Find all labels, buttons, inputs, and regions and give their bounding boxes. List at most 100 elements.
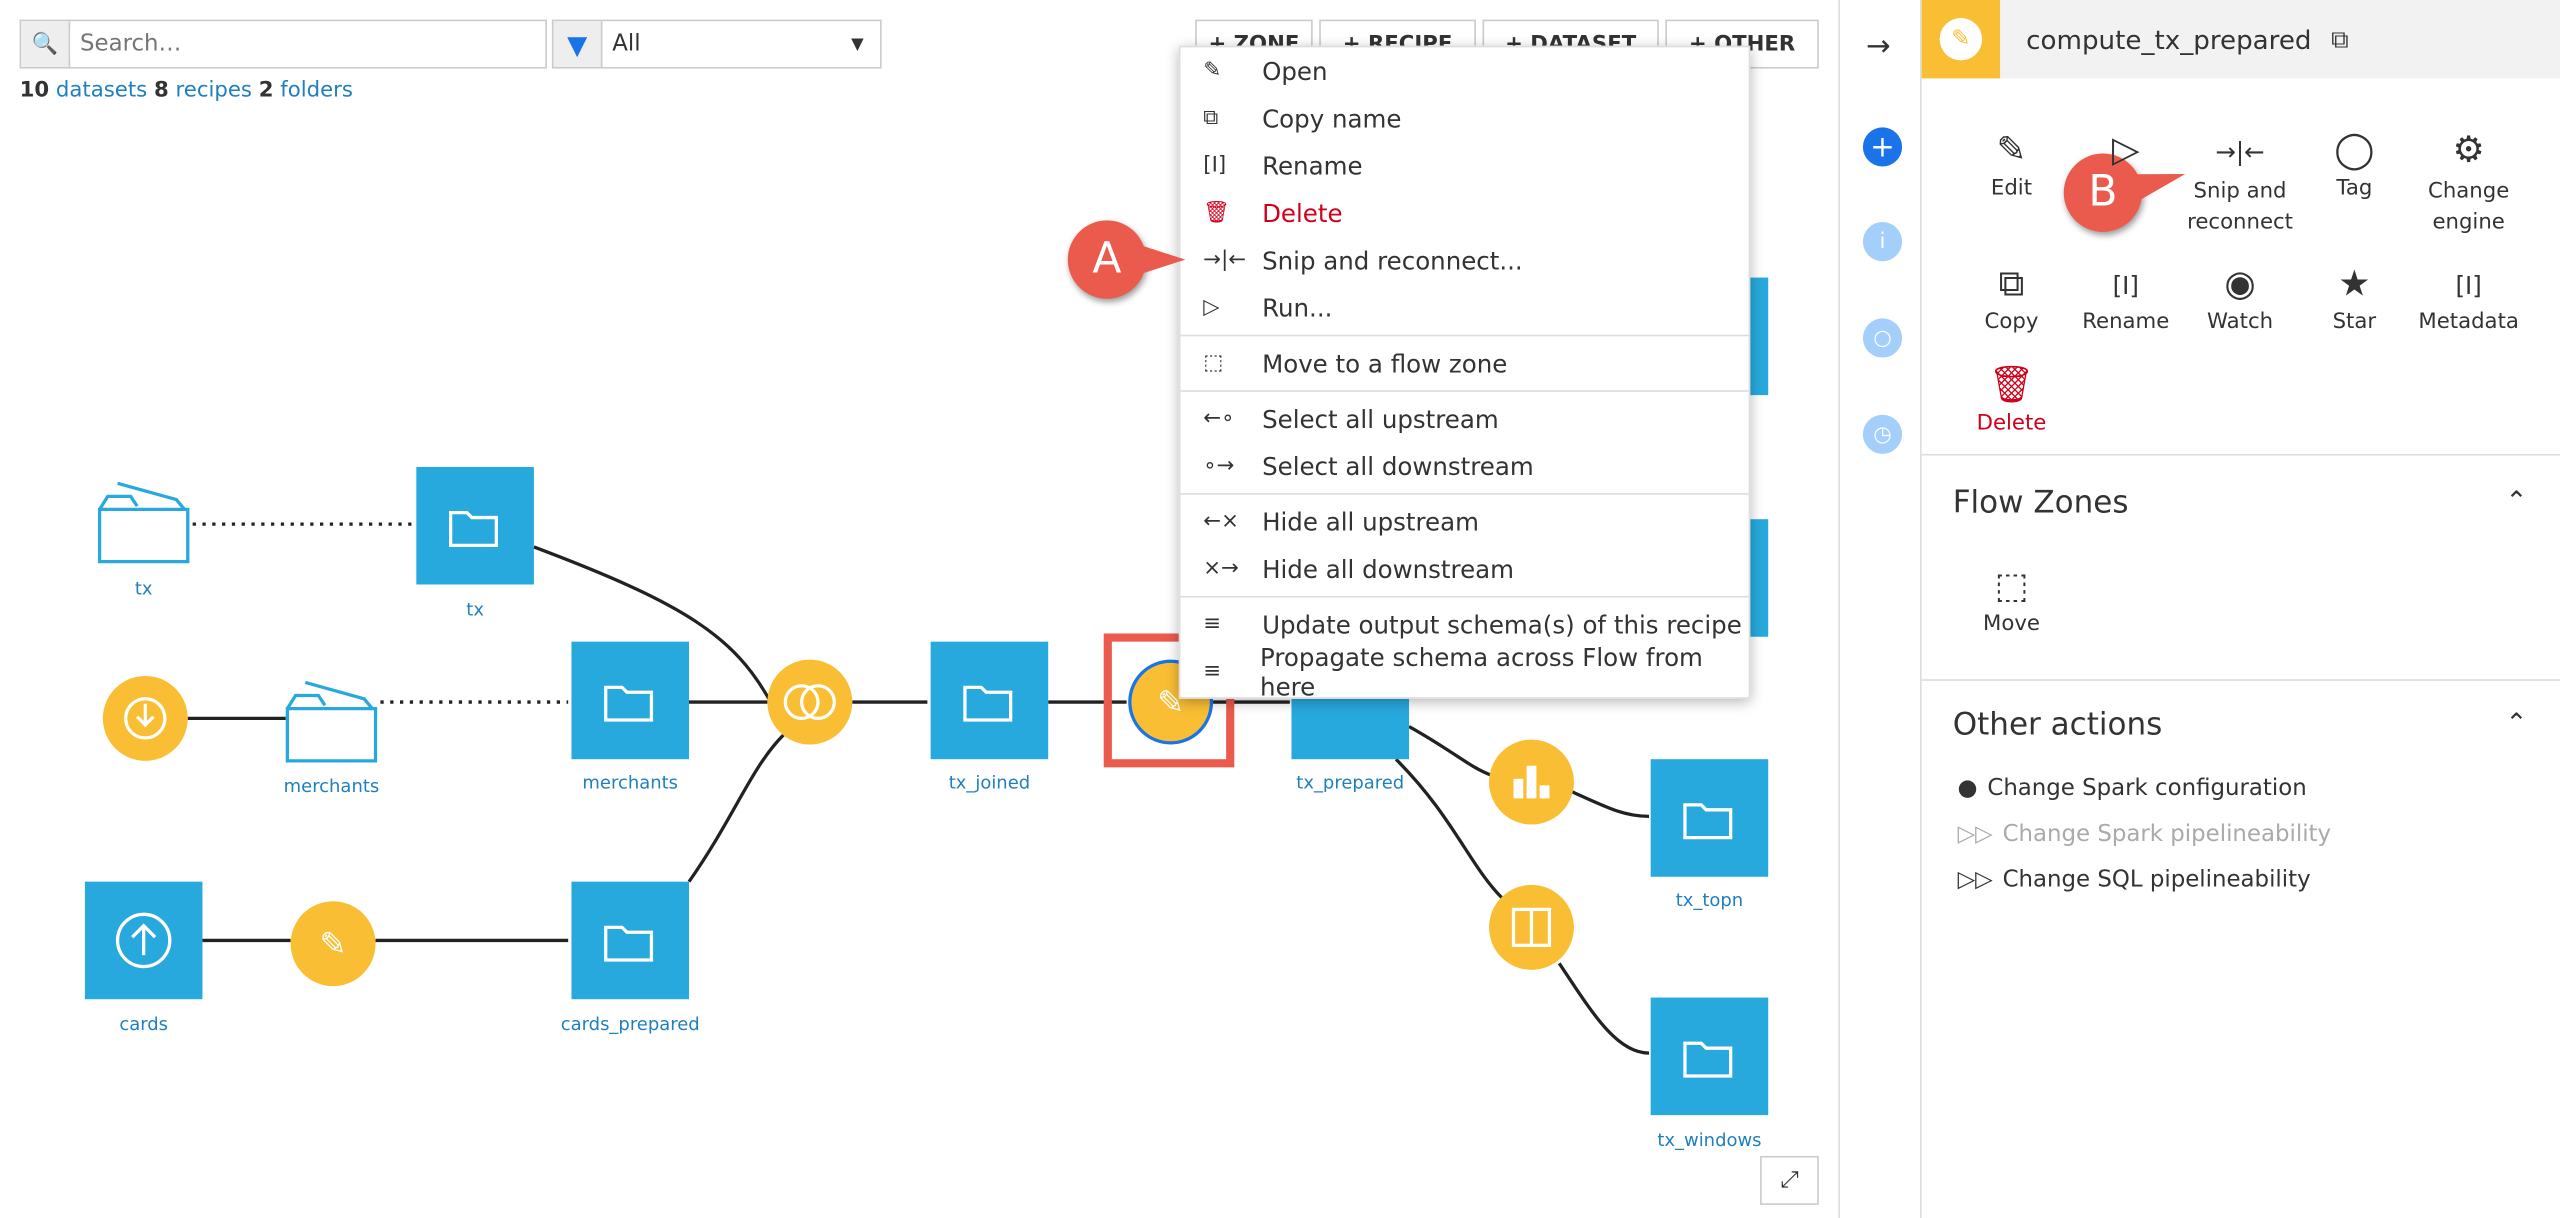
move-zone-icon: ⬚ bbox=[1994, 566, 2029, 608]
copy-icon[interactable]: ⧉ bbox=[2331, 24, 2349, 53]
dataset-tx-windows[interactable] bbox=[1650, 997, 1769, 1116]
folder-icon bbox=[285, 680, 378, 763]
menu-run[interactable]: ▷ Run... bbox=[1180, 284, 1748, 331]
dataset-cards-prepared[interactable] bbox=[571, 881, 689, 1000]
menu-hide-upstream[interactable]: ←× Hide all upstream bbox=[1180, 498, 1748, 545]
hide-upstream-icon: ←× bbox=[1203, 509, 1239, 534]
section-title: Flow Zones bbox=[1952, 484, 2129, 521]
folder-merchants[interactable] bbox=[282, 676, 380, 774]
action-delete[interactable]: 🗑 Delete bbox=[1954, 362, 2068, 436]
action-metadata[interactable]: [I] Metadata bbox=[2411, 261, 2525, 335]
menu-rename[interactable]: [I] Rename bbox=[1180, 142, 1748, 189]
star-icon: ★ bbox=[2338, 264, 2371, 306]
dataset-cards[interactable] bbox=[84, 881, 203, 1000]
menu-hide-downstream[interactable]: ×→ Hide all downstream bbox=[1180, 545, 1748, 592]
dataset-folder-icon bbox=[448, 511, 498, 547]
upload-icon bbox=[115, 912, 172, 969]
action-edit[interactable]: ✎ Edit bbox=[1954, 127, 2068, 201]
downstream-icon: ∘→ bbox=[1203, 453, 1235, 479]
window-icon bbox=[1511, 907, 1552, 947]
dataset-tx-topn[interactable] bbox=[1650, 759, 1769, 877]
dataset-tx-joined[interactable] bbox=[930, 641, 1049, 760]
other-actions-section: Other actions ⌃ ● Change Spark configurat… bbox=[1921, 679, 2560, 1218]
panel-title: compute_tx_prepared bbox=[2026, 23, 2312, 55]
menu-copy-name[interactable]: ⧉ Copy name bbox=[1180, 95, 1748, 142]
collapse-arrow-icon[interactable]: → bbox=[1866, 29, 1891, 63]
eye-icon: ◉ bbox=[2224, 264, 2256, 306]
action-watch[interactable]: ◉ Watch bbox=[2183, 261, 2297, 334]
download-icon bbox=[124, 697, 167, 740]
menu-move-zone[interactable]: ⬚ Move to a flow zone bbox=[1180, 340, 1748, 387]
fast-forward-icon: ▷▷ bbox=[1957, 821, 1993, 848]
folder-tx[interactable] bbox=[95, 477, 193, 575]
folder-icon bbox=[97, 481, 190, 564]
action-move[interactable]: ⬚ Move bbox=[1954, 563, 2068, 637]
dataset-label: cards_prepared bbox=[560, 1013, 700, 1036]
snip-icon: →|← bbox=[1203, 248, 1247, 273]
dataset-merchants[interactable] bbox=[571, 641, 689, 760]
recipe-icon-box: ✎ bbox=[1921, 0, 2001, 79]
play-icon: ▷ bbox=[2111, 130, 2140, 172]
recipe-prepare-cards[interactable]: ✎ bbox=[290, 901, 376, 987]
dataset-tx[interactable] bbox=[416, 466, 534, 585]
info-icon[interactable]: i bbox=[1862, 222, 1903, 262]
recipe-window[interactable] bbox=[1489, 884, 1574, 970]
dataset-label: tx_windows bbox=[1657, 1129, 1762, 1152]
dataset-folder-icon bbox=[1683, 803, 1733, 840]
menu-update-schema[interactable]: ≡ Update output schema(s) of this recipe bbox=[1180, 601, 1748, 648]
menu-snip-reconnect[interactable]: →|← Snip and reconnect... bbox=[1180, 237, 1748, 284]
dataset-label: merchants bbox=[582, 772, 679, 794]
recipe-download[interactable] bbox=[102, 675, 188, 761]
menu-propagate-schema[interactable]: ≡ Propagate schema across Flow from here bbox=[1180, 642, 1748, 701]
expand-icon: ⤢ bbox=[1780, 1167, 1799, 1194]
dataset-folder-icon bbox=[1683, 1041, 1733, 1078]
action-star[interactable]: ★ Star bbox=[2297, 261, 2411, 334]
topn-icon bbox=[1513, 765, 1550, 799]
action-change-engine[interactable]: ⚙ Change engine bbox=[2411, 127, 2525, 238]
list-icon: ≡ bbox=[1203, 659, 1222, 685]
menu-select-downstream[interactable]: ∘→ Select all downstream bbox=[1180, 442, 1748, 489]
fullscreen-button[interactable]: ⤢ bbox=[1760, 1155, 1819, 1205]
edit-icon: ✎ bbox=[1203, 58, 1222, 84]
discussions-icon[interactable]: ○ bbox=[1862, 318, 1903, 358]
dataset-label: tx bbox=[466, 599, 484, 621]
history-icon[interactable]: ◷ bbox=[1862, 414, 1903, 454]
action-rename[interactable]: [I] Rename bbox=[2069, 261, 2183, 335]
play-icon: ▷ bbox=[1203, 295, 1220, 321]
menu-delete[interactable]: 🗑 Delete bbox=[1180, 189, 1748, 236]
folder-label: merchants bbox=[283, 775, 380, 797]
recipe-topn[interactable] bbox=[1489, 739, 1574, 825]
dataset-label: cards bbox=[119, 1013, 169, 1036]
metadata-icon: [I] bbox=[2455, 271, 2482, 301]
copy-icon: ⧉ bbox=[1998, 264, 2025, 306]
folder-label: tx bbox=[134, 577, 153, 600]
callout-a: A bbox=[1067, 220, 1147, 299]
dataset-label: tx_joined bbox=[948, 772, 1031, 794]
dataset-folder-icon bbox=[963, 685, 1013, 722]
dataset-folder-icon bbox=[604, 925, 654, 962]
plus-icon[interactable]: + bbox=[1862, 127, 1903, 167]
trash-icon: 🗑 bbox=[1203, 200, 1231, 226]
panel-header: ✎ compute_tx_prepared ⧉ bbox=[1921, 0, 2560, 79]
chevron-up-icon[interactable]: ⌃ bbox=[2506, 485, 2528, 516]
action-tag[interactable]: ◯ Tag bbox=[2297, 127, 2411, 201]
join-icon bbox=[783, 684, 836, 721]
change-sql-pipelineability[interactable]: ▷▷ Change SQL pipelineability bbox=[1958, 867, 2311, 893]
list-icon: ≡ bbox=[1203, 612, 1222, 637]
fast-forward-icon: ▷▷ bbox=[1957, 866, 1993, 894]
action-run[interactable]: ▷ bbox=[2069, 127, 2183, 176]
trash-icon: 🗑 bbox=[1988, 365, 2035, 407]
tag-icon: ◯ bbox=[2334, 130, 2375, 172]
menu-select-upstream[interactable]: ←∘ Select all upstream bbox=[1180, 395, 1748, 442]
change-spark-config[interactable]: ● Change Spark configuration bbox=[1958, 776, 2307, 802]
section-title: Other actions bbox=[1952, 706, 2163, 743]
rename-icon: [I] bbox=[2112, 271, 2139, 301]
action-copy[interactable]: ⧉ Copy bbox=[1954, 261, 2068, 334]
menu-open[interactable]: ✎ Open bbox=[1180, 47, 1748, 94]
right-panel: ✎ compute_tx_prepared ⧉ ✎ Edit ▷ →|← Snip an… bbox=[1921, 0, 2560, 1218]
chevron-up-icon[interactable]: ⌃ bbox=[2506, 707, 2528, 738]
recipe-join[interactable] bbox=[767, 659, 853, 745]
context-menu: ✎ Open ⧉ Copy name [I] Rename 🗑 Delete →|← Sn… bbox=[1178, 45, 1751, 701]
dataset-folder-icon bbox=[604, 685, 654, 722]
action-snip-reconnect[interactable]: →|← Snip and reconnect bbox=[2183, 127, 2297, 238]
